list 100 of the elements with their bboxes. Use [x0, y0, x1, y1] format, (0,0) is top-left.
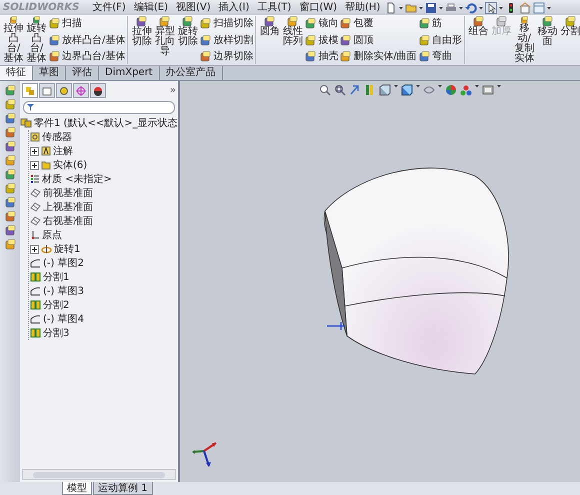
- crosshair-icon[interactable]: [76, 86, 86, 96]
- ribbon-button[interactable]: 自由形: [418, 34, 462, 46]
- expand-toggle[interactable]: [30, 146, 39, 156]
- menu-item[interactable]: 窗口(W): [296, 1, 340, 14]
- hide-show-icon[interactable]: [423, 84, 435, 96]
- scene-icon[interactable]: [460, 84, 472, 96]
- sheet-icon[interactable]: [42, 86, 52, 96]
- tree-item[interactable]: (-) 草图2: [43, 256, 84, 270]
- ribbon-button[interactable]: 抽壳: [305, 50, 338, 63]
- caret-icon[interactable]: [475, 84, 479, 88]
- model-tab[interactable]: 运动算例 1: [93, 482, 153, 495]
- collapse-button[interactable]: »: [170, 85, 176, 96]
- filter-field[interactable]: [23, 101, 175, 114]
- ribbon-button[interactable]: 拔模: [305, 34, 338, 46]
- ribbon-button[interactable]: 圆角: [259, 16, 280, 64]
- ribbon-button[interactable]: 移动面: [536, 16, 558, 64]
- ribbon-button[interactable]: 扫描: [49, 17, 126, 30]
- sphere-icon[interactable]: [93, 86, 103, 96]
- sketch-icon: [30, 314, 41, 324]
- ribbon-button[interactable]: 线性阵列: [282, 16, 304, 64]
- feature-manager-tab[interactable]: [22, 83, 38, 98]
- caret-icon[interactable]: [419, 6, 424, 10]
- zoom-icon[interactable]: [334, 84, 346, 96]
- ribbon-button[interactable]: 圆顶: [340, 34, 417, 46]
- ribbon-button[interactable]: 边界切除: [200, 50, 254, 63]
- window-icon[interactable]: [533, 2, 546, 14]
- caret-icon[interactable]: [439, 6, 444, 10]
- caret-icon[interactable]: [497, 84, 501, 88]
- property-manager-tab[interactable]: [39, 83, 55, 98]
- cursor-icon[interactable]: [485, 2, 498, 14]
- ribbon-button[interactable]: 拉伸凸台/基体: [3, 16, 24, 64]
- tree-item[interactable]: 右视基准面: [43, 214, 93, 228]
- ribbon-button[interactable]: 组合: [468, 16, 489, 64]
- model-tab[interactable]: 模型: [62, 482, 92, 495]
- menu-item[interactable]: 插入(I): [216, 1, 252, 14]
- feature-icon: [4, 211, 16, 222]
- horizontal-scrollbar[interactable]: [22, 469, 176, 480]
- part-drawing[interactable]: [324, 168, 509, 374]
- ribbon-button[interactable]: 镜向: [305, 17, 338, 30]
- ribbon-button[interactable]: 分割: [560, 16, 580, 64]
- menu-item[interactable]: 视图(V): [172, 1, 214, 14]
- feature-icon: [340, 34, 352, 46]
- ribbon-button[interactable]: 删除实体/曲面: [340, 50, 417, 63]
- save-icon[interactable]: [425, 2, 438, 14]
- tree-item[interactable]: 前视基准面: [43, 186, 93, 200]
- ribbon-button[interactable]: 拉伸切除: [131, 16, 152, 64]
- expand-toggle[interactable]: [30, 160, 39, 170]
- caret-icon[interactable]: [416, 84, 420, 88]
- menu-item[interactable]: 文件(F): [89, 1, 129, 14]
- tree-item[interactable]: 分割3: [43, 326, 70, 340]
- feature-icon: [8, 16, 19, 24]
- ribbon-button[interactable]: 扫描切除: [200, 17, 254, 30]
- caret-icon[interactable]: [438, 84, 442, 88]
- feature-icon: [4, 239, 16, 250]
- ribbon-button[interactable]: 边界凸台/基体: [49, 50, 126, 63]
- tree-item[interactable]: 分割2: [43, 298, 70, 312]
- caret-icon[interactable]: [459, 6, 464, 10]
- tab[interactable]: 特征: [0, 66, 33, 80]
- tree-item[interactable]: 旋转1: [54, 242, 80, 256]
- tree-item[interactable]: 分割1: [43, 270, 70, 284]
- undo-icon[interactable]: [465, 2, 478, 14]
- ribbon-button[interactable]: 放样凸台/基体: [49, 34, 126, 46]
- display-style-icon[interactable]: [401, 84, 413, 96]
- caret-icon[interactable]: [547, 6, 552, 10]
- view-settings-icon[interactable]: [482, 84, 494, 96]
- tree-item[interactable]: 传感器: [42, 130, 72, 144]
- ribbon-button[interactable]: 筋: [418, 17, 462, 30]
- display-manager-tab[interactable]: [90, 83, 106, 98]
- tree-item[interactable]: 实体(6): [53, 158, 88, 172]
- printer-icon[interactable]: [445, 2, 458, 14]
- menu-item[interactable]: 帮助(H): [342, 1, 384, 14]
- tree-item[interactable]: (-) 草图3: [43, 284, 84, 298]
- caret-icon[interactable]: [479, 6, 484, 10]
- caret-icon[interactable]: [394, 84, 398, 88]
- origin-icon: [30, 230, 40, 240]
- ribbon-button[interactable]: 旋转凸台/基体: [26, 16, 47, 64]
- disc-icon[interactable]: [59, 86, 69, 96]
- tree-item[interactable]: 上视基准面: [43, 200, 93, 214]
- ribbon-button[interactable]: 包覆: [340, 17, 417, 30]
- zoom-icon[interactable]: [319, 84, 331, 96]
- tree-item[interactable]: 零件1 (默认<<默认>_显示状态: [34, 116, 178, 130]
- ribbon-button[interactable]: 移动/复制实体: [514, 16, 535, 64]
- tree-item[interactable]: 原点: [42, 228, 62, 242]
- ribbon-button[interactable]: 放样切割: [200, 34, 254, 46]
- tree-item[interactable]: (-) 草图4: [43, 312, 84, 326]
- feature-icon: [200, 51, 212, 62]
- feature-icon: [287, 16, 298, 27]
- view-orientation-icon[interactable]: [379, 84, 391, 96]
- configuration-manager-tab[interactable]: [56, 83, 72, 98]
- tree-item[interactable]: 注解: [53, 144, 73, 158]
- ribbon-button[interactable]: 旋转切除: [177, 16, 198, 64]
- ribbon-button[interactable]: 弯曲: [418, 50, 462, 63]
- expand-toggle[interactable]: [30, 244, 39, 254]
- appearance-icon[interactable]: [445, 84, 457, 96]
- caret-icon[interactable]: [499, 6, 504, 10]
- caret-icon[interactable]: [399, 6, 404, 10]
- menu-item[interactable]: 编辑(E): [130, 1, 171, 14]
- tree-item[interactable]: 材质 <未指定>: [42, 172, 112, 186]
- menu-item[interactable]: 工具(T): [254, 1, 294, 14]
- ribbon-button[interactable]: 异型孔向导: [154, 16, 176, 64]
